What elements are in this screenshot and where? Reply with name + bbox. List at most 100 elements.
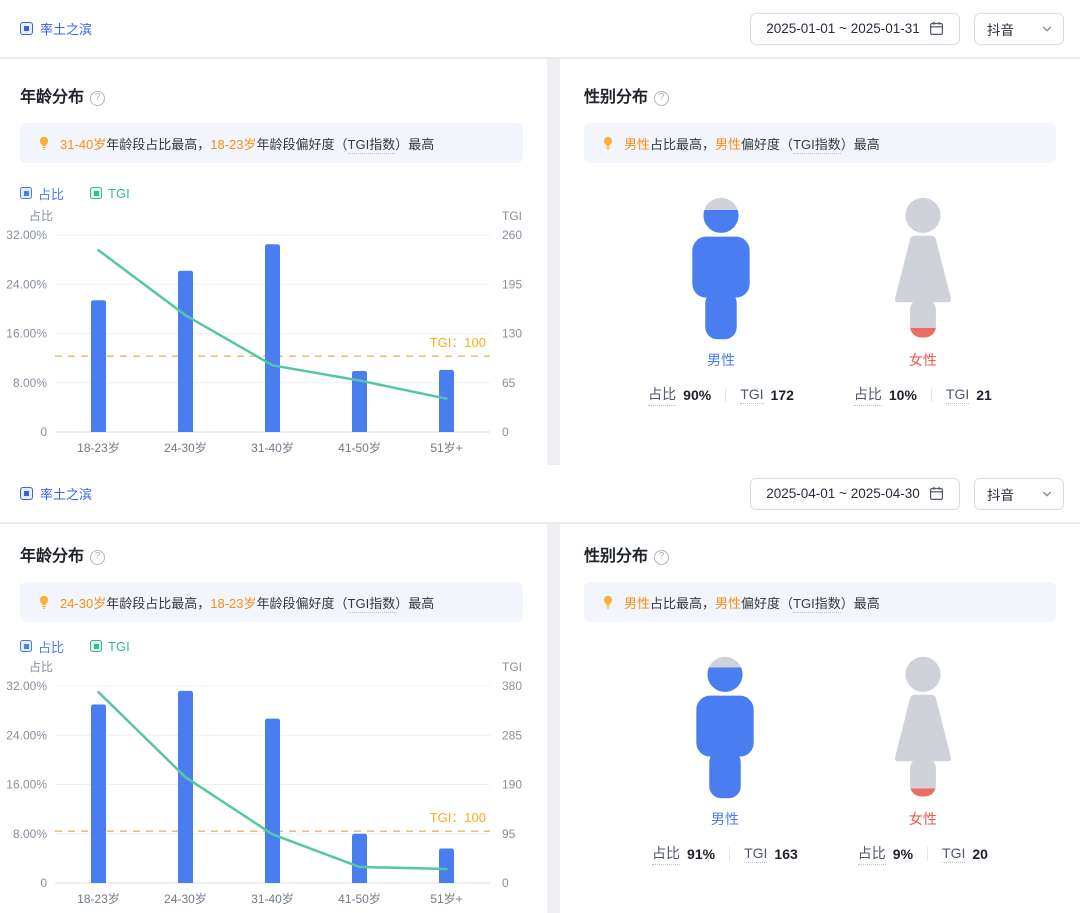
tgi-term[interactable]: TGI: [945, 386, 970, 404]
chart-legend-2: 占比 TGI: [20, 637, 547, 656]
legend-bar-icon: [20, 640, 32, 652]
svg-text:8.00%: 8.00%: [13, 827, 47, 841]
svg-text:占比: 占比: [29, 208, 53, 223]
svg-text:0: 0: [502, 425, 509, 439]
svg-text:190: 190: [502, 778, 522, 792]
legend-item-tgi[interactable]: TGI: [90, 639, 130, 654]
help-icon[interactable]: ?: [654, 549, 670, 565]
female-stats: 占比 9% TGI 20: [857, 843, 988, 865]
age-title-2: 年龄分布 ?: [20, 546, 527, 568]
female-figure-icon: [894, 656, 951, 797]
legend-item-tgi[interactable]: TGI: [90, 186, 130, 201]
legend-line-icon: [90, 187, 103, 199]
help-icon[interactable]: ?: [90, 90, 106, 106]
svg-text:65: 65: [502, 376, 516, 390]
ratio-term[interactable]: 占比: [652, 843, 681, 865]
insight-highlight: 男性: [624, 595, 651, 611]
date-range-picker[interactable]: 2025-04-01 ~ 2025-04-30: [750, 477, 960, 510]
svg-text:24.00%: 24.00%: [6, 728, 47, 742]
insight-highlight: 24-30岁: [60, 595, 107, 611]
age-panel-2: 年龄分布 ? 24-30岁年龄段占比最高，18-23岁年龄段偏好度（TGI指数）…: [0, 524, 547, 913]
svg-text:0: 0: [40, 425, 47, 439]
legend-item-ratio[interactable]: 占比: [20, 637, 64, 656]
brand-checkbox-icon: [20, 487, 33, 500]
female-stats: 占比 10% TGI 21: [853, 384, 992, 406]
gender-insight-1: 男性占比最高，男性偏好度（TGI指数）最高: [584, 123, 1056, 163]
legend-line-icon: [90, 640, 103, 652]
svg-text:51岁+: 51岁+: [430, 440, 462, 455]
insight-highlight: 男性: [624, 136, 651, 152]
age-insight-2: 24-30岁年龄段占比最高，18-23岁年龄段偏好度（TGI指数）最高: [20, 582, 523, 622]
male-stats-column: 男性 占比 90% TGI 172: [648, 195, 794, 406]
help-icon[interactable]: ?: [90, 549, 106, 565]
svg-text:0: 0: [40, 876, 47, 890]
svg-text:16.00%: 16.00%: [6, 778, 47, 792]
tgi-term[interactable]: TGI指数: [793, 595, 841, 613]
age-insight-1: 31-40岁年龄段占比最高，18-23岁年龄段偏好度（TGI指数）最高: [20, 123, 523, 163]
help-icon[interactable]: ?: [654, 90, 670, 106]
tgi-term[interactable]: TGI指数: [793, 136, 841, 154]
tgi-term[interactable]: TGI指数: [347, 595, 396, 613]
date-range-picker[interactable]: 2025-01-01 ~ 2025-01-31: [750, 12, 960, 45]
brand-label: 率土之滨: [40, 487, 93, 502]
svg-text:TGI: TGI: [502, 660, 522, 674]
svg-text:41-50岁: 41-50岁: [338, 440, 381, 455]
gender-title-1: 性别分布 ?: [584, 87, 1060, 109]
svg-text:占比: 占比: [29, 659, 53, 674]
male-tgi-value: 163: [774, 846, 798, 862]
tgi-term[interactable]: TGI: [740, 386, 764, 404]
female-ratio-value: 10%: [888, 387, 917, 403]
section1-header: 率土之滨 2025-01-01 ~ 2025-01-31 抖音: [0, 0, 1080, 57]
panel-title-text: 性别分布: [584, 89, 649, 106]
svg-text:18-23岁: 18-23岁: [77, 891, 120, 906]
platform-value: 抖音: [987, 22, 1014, 38]
legend-bar-icon: [20, 187, 32, 199]
tgi-term[interactable]: TGI: [744, 845, 768, 863]
chevron-down-icon: [1042, 26, 1052, 31]
male-label: 男性: [710, 811, 739, 827]
brand-tag[interactable]: 率土之滨: [20, 484, 92, 503]
svg-text:24-30岁: 24-30岁: [164, 440, 207, 455]
svg-text:8.00%: 8.00%: [13, 376, 47, 390]
tgi-term[interactable]: TGI指数: [347, 136, 396, 154]
ratio-term[interactable]: 占比: [857, 843, 886, 865]
brand-tag[interactable]: 率土之滨: [20, 19, 92, 38]
legend-label: 占比: [38, 639, 65, 655]
legend-item-ratio[interactable]: 占比: [20, 184, 64, 203]
male-tgi-value: 172: [770, 387, 794, 403]
lightbulb-icon: [603, 136, 613, 150]
svg-text:32.00%: 32.00%: [6, 679, 47, 693]
ratio-term[interactable]: 占比: [648, 384, 677, 406]
tgi-term[interactable]: TGI: [942, 845, 966, 863]
male-ratio-value: 90%: [683, 387, 712, 403]
ratio-term[interactable]: 占比: [853, 384, 882, 406]
legend-label: TGI: [108, 185, 130, 201]
divider: [725, 388, 727, 402]
insight-text: 年龄段偏好度（: [256, 136, 348, 152]
gender-title-2: 性别分布 ?: [584, 546, 1060, 568]
svg-text:95: 95: [502, 827, 516, 841]
platform-select[interactable]: 抖音: [974, 477, 1064, 510]
male-stats: 占比 91% TGI 163: [652, 843, 798, 865]
svg-text:18-23岁: 18-23岁: [77, 440, 120, 455]
panel-title-text: 年龄分布: [20, 548, 85, 565]
lightbulb-icon: [39, 136, 49, 150]
svg-text:31-40岁: 31-40岁: [251, 891, 294, 906]
insight-highlight: 男性: [715, 136, 742, 152]
lightbulb-icon: [39, 595, 49, 609]
insight-text: 年龄段占比最高，: [106, 595, 211, 611]
insight-text: 年龄段偏好度（: [256, 595, 348, 611]
svg-text:260: 260: [502, 228, 522, 242]
svg-text:0: 0: [502, 876, 509, 890]
female-ratio-value: 9%: [892, 846, 914, 862]
svg-text:24.00%: 24.00%: [6, 277, 47, 291]
age-distribution-chart-2[interactable]: 32.00% 380 24.00% 285 16.00% 190 8.00% 95 0 0 占比 TG…: [0, 658, 545, 912]
platform-value: 抖音: [987, 487, 1014, 503]
svg-text:195: 195: [502, 277, 522, 291]
insight-text: 占比最高，: [650, 136, 716, 152]
svg-text:380: 380: [502, 679, 522, 693]
age-distribution-chart-1[interactable]: 32.00% 260 24.00% 195 16.00% 130 8.00% 65 0 0 占比 TG…: [0, 207, 545, 461]
svg-text:41-50岁: 41-50岁: [338, 891, 381, 906]
platform-select[interactable]: 抖音: [974, 12, 1064, 45]
female-figure-icon: [894, 197, 951, 338]
